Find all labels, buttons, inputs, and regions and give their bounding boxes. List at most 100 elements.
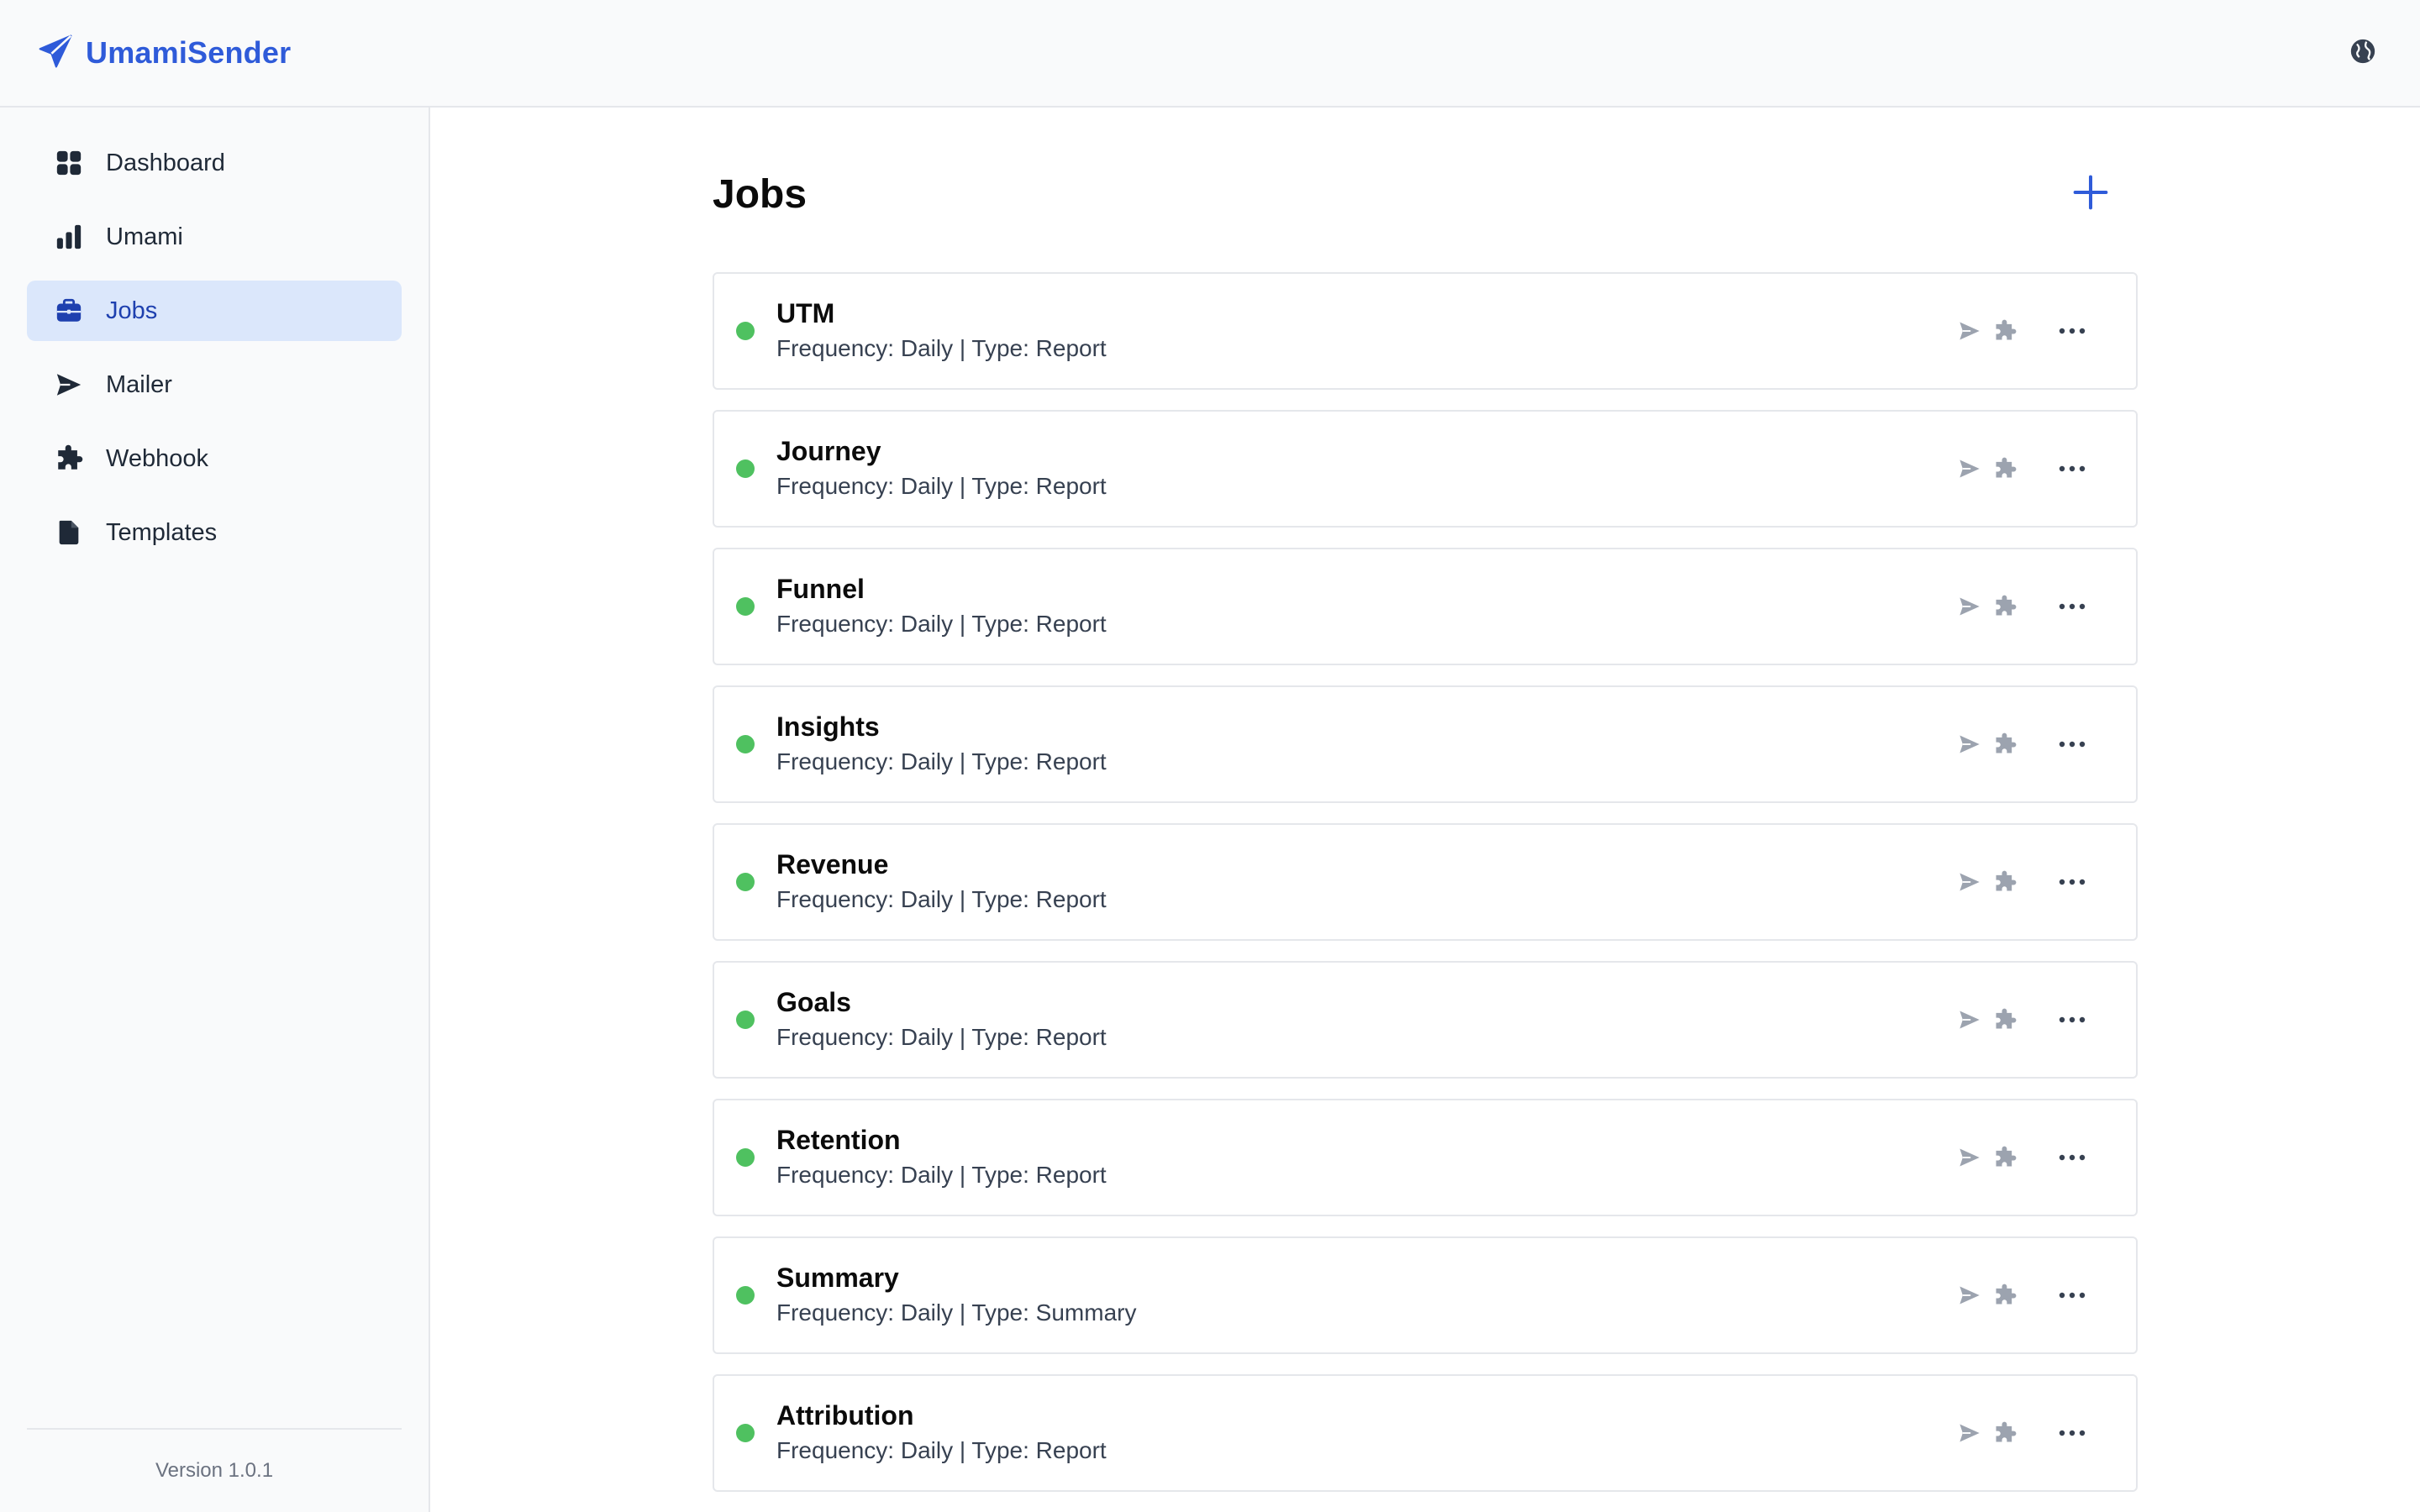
more-options-button[interactable] — [2049, 1141, 2096, 1174]
send-icon[interactable] — [1954, 1280, 1985, 1310]
sidebar-item-jobs[interactable]: Jobs — [27, 281, 402, 341]
puzzle-icon — [54, 444, 84, 474]
job-meta: Frequency: Daily | Type: Report — [776, 473, 1107, 499]
version-label: Version 1.0.1 — [155, 1459, 274, 1482]
puzzle-icon[interactable] — [1990, 867, 2020, 897]
status-dot — [736, 873, 755, 891]
language-button[interactable] — [2344, 34, 2381, 71]
sidebar-item-dashboard[interactable]: Dashboard — [27, 133, 402, 193]
file-icon — [54, 517, 84, 548]
job-name: Revenue — [776, 849, 889, 879]
job-name: Attribution — [776, 1400, 914, 1431]
status-dot — [736, 1011, 755, 1029]
puzzle-icon[interactable] — [1990, 1280, 2020, 1310]
job-meta: Frequency: Daily | Type: Report — [776, 611, 1107, 637]
sidebar-item-label: Mailer — [106, 370, 172, 398]
job-text: Attribution Frequency: Daily | Type: Rep… — [776, 1399, 1107, 1467]
more-options-button[interactable] — [2049, 1416, 2096, 1450]
more-options-button[interactable] — [2049, 865, 2096, 899]
job-text: Insights Frequency: Daily | Type: Report — [776, 710, 1107, 779]
send-icon[interactable] — [1954, 867, 1985, 897]
ellipsis-icon — [2059, 879, 2086, 885]
sidebar-footer: Version 1.0.1 — [27, 1428, 402, 1512]
ellipsis-icon — [2059, 1430, 2086, 1436]
job-text: Retention Frequency: Daily | Type: Repor… — [776, 1123, 1107, 1192]
sidebar-item-label: Templates — [106, 518, 218, 546]
briefcase-icon — [54, 296, 84, 326]
job-card-summary[interactable]: Summary Frequency: Daily | Type: Summary — [713, 1236, 2138, 1354]
ellipsis-icon — [2059, 603, 2086, 610]
sidebar-nav: Dashboard Umami Jobs Mailer Webhook Temp… — [0, 108, 429, 563]
top-bar: UmamiSender — [0, 0, 2420, 108]
job-text: Funnel Frequency: Daily | Type: Report — [776, 572, 1107, 641]
puzzle-icon[interactable] — [1990, 729, 2020, 759]
send-icon[interactable] — [1954, 454, 1985, 484]
sidebar-item-umami[interactable]: Umami — [27, 207, 402, 267]
job-card-goals[interactable]: Goals Frequency: Daily | Type: Report — [713, 961, 2138, 1079]
more-options-button[interactable] — [2049, 727, 2096, 761]
send-icon[interactable] — [1954, 1142, 1985, 1173]
send-icon[interactable] — [1954, 316, 1985, 346]
sidebar-item-label: Dashboard — [106, 149, 225, 176]
ellipsis-icon — [2059, 328, 2086, 334]
job-actions — [1954, 1238, 2096, 1352]
bar-chart-icon — [54, 222, 84, 252]
job-meta: Frequency: Daily | Type: Report — [776, 1024, 1107, 1050]
main-content: Jobs UTM Frequency: Daily | Type: Report — [713, 108, 2138, 1512]
job-name: Insights — [776, 711, 880, 742]
status-dot — [736, 1286, 755, 1305]
send-icon[interactable] — [1954, 1418, 1985, 1448]
status-dot — [736, 1148, 755, 1167]
globe-icon — [2349, 37, 2377, 70]
more-options-button[interactable] — [2049, 1278, 2096, 1312]
job-text: UTM Frequency: Daily | Type: Report — [776, 297, 1107, 365]
puzzle-icon[interactable] — [1990, 591, 2020, 622]
job-meta: Frequency: Daily | Type: Report — [776, 748, 1107, 774]
status-dot — [736, 735, 755, 753]
more-options-button[interactable] — [2049, 452, 2096, 486]
puzzle-icon[interactable] — [1990, 316, 2020, 346]
job-card-insights[interactable]: Insights Frequency: Daily | Type: Report — [713, 685, 2138, 803]
status-dot — [736, 1424, 755, 1442]
puzzle-icon[interactable] — [1990, 1418, 2020, 1448]
job-actions — [1954, 825, 2096, 939]
grid-icon — [54, 148, 84, 178]
status-dot — [736, 322, 755, 340]
more-options-button[interactable] — [2049, 1003, 2096, 1037]
job-meta: Frequency: Daily | Type: Summary — [776, 1299, 1137, 1326]
sidebar-item-templates[interactable]: Templates — [27, 502, 402, 563]
more-options-button[interactable] — [2049, 590, 2096, 623]
sidebar: Dashboard Umami Jobs Mailer Webhook Temp… — [0, 108, 430, 1512]
puzzle-icon[interactable] — [1990, 454, 2020, 484]
ellipsis-icon — [2059, 465, 2086, 472]
ellipsis-icon — [2059, 741, 2086, 748]
job-actions — [1954, 274, 2096, 388]
job-actions — [1954, 687, 2096, 801]
sidebar-item-mailer[interactable]: Mailer — [27, 354, 402, 415]
add-job-button[interactable] — [2065, 169, 2116, 219]
job-list: UTM Frequency: Daily | Type: Report Jour… — [713, 272, 2138, 1492]
sidebar-item-webhook[interactable]: Webhook — [27, 428, 402, 489]
send-icon[interactable] — [1954, 729, 1985, 759]
job-meta: Frequency: Daily | Type: Report — [776, 886, 1107, 912]
send-icon[interactable] — [1954, 1005, 1985, 1035]
ellipsis-icon — [2059, 1154, 2086, 1161]
job-text: Summary Frequency: Daily | Type: Summary — [776, 1261, 1136, 1330]
job-card-funnel[interactable]: Funnel Frequency: Daily | Type: Report — [713, 548, 2138, 665]
job-card-revenue[interactable]: Revenue Frequency: Daily | Type: Report — [713, 823, 2138, 941]
job-meta: Frequency: Daily | Type: Report — [776, 335, 1107, 361]
job-actions — [1954, 1376, 2096, 1490]
puzzle-icon[interactable] — [1990, 1005, 2020, 1035]
brand[interactable]: UmamiSender — [37, 33, 291, 74]
puzzle-icon[interactable] — [1990, 1142, 2020, 1173]
job-card-attribution[interactable]: Attribution Frequency: Daily | Type: Rep… — [713, 1374, 2138, 1492]
send-icon[interactable] — [1954, 591, 1985, 622]
job-card-journey[interactable]: Journey Frequency: Daily | Type: Report — [713, 410, 2138, 528]
job-card-retention[interactable]: Retention Frequency: Daily | Type: Repor… — [713, 1099, 2138, 1216]
more-options-button[interactable] — [2049, 314, 2096, 348]
job-name: Summary — [776, 1263, 899, 1293]
job-meta: Frequency: Daily | Type: Report — [776, 1437, 1107, 1463]
page-header: Jobs — [713, 108, 2138, 281]
job-text: Journey Frequency: Daily | Type: Report — [776, 434, 1107, 503]
job-card-utm[interactable]: UTM Frequency: Daily | Type: Report — [713, 272, 2138, 390]
